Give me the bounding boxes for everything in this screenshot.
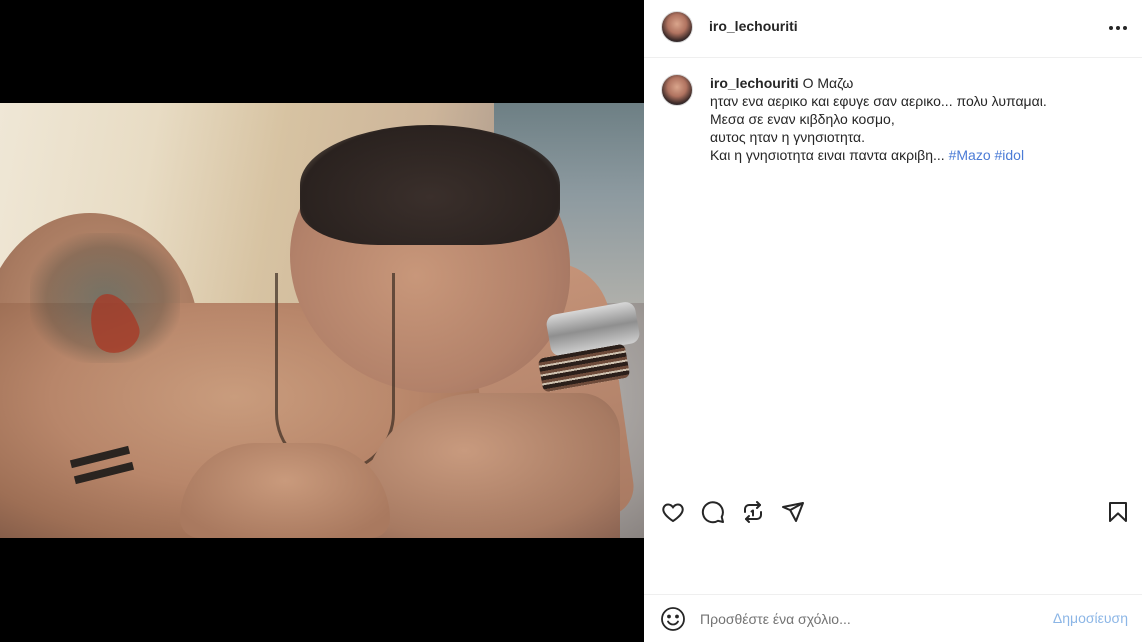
caption-line: Μεσα σε εναν κιβδηλο κοσμο, (710, 111, 895, 127)
repost-icon[interactable] (739, 498, 767, 526)
header-username[interactable]: iro_lechouriti (709, 18, 798, 34)
caption-line: ηταν ενα αερικο και εφυγε σαν αερικο... … (710, 93, 1047, 109)
more-horizontal-icon[interactable] (1104, 14, 1132, 42)
avatar[interactable] (661, 11, 693, 43)
photo-hair (300, 125, 560, 245)
bookmark-icon[interactable] (1104, 498, 1132, 526)
caption-text: iro_lechouriti Ο Μαζω ηταν ενα αερικο κα… (710, 74, 1130, 164)
hashtag-link[interactable]: #idol (995, 147, 1025, 163)
action-bar (644, 494, 1142, 530)
post-header: iro_lechouriti (644, 0, 1142, 58)
caption-line: αυτος ηταν η γνησιοτητα. (710, 129, 866, 145)
post-side-panel: iro_lechouriti iro_lechouriti Ο Μαζω ητα… (644, 0, 1142, 642)
heart-icon[interactable] (659, 498, 687, 526)
hashtag-link[interactable]: #Mazo (949, 147, 991, 163)
share-icon[interactable] (779, 498, 807, 526)
emoji-icon[interactable] (660, 606, 686, 632)
caption-username[interactable]: iro_lechouriti (710, 75, 799, 91)
post-comment-button[interactable]: Δημοσίευση (1053, 610, 1128, 626)
caption-line: Και η γνησιοτητα ειναι παντα ακριβη... (710, 147, 945, 163)
comment-icon[interactable] (699, 498, 727, 526)
photo-hand (180, 443, 390, 538)
avatar[interactable] (661, 74, 693, 106)
comment-input[interactable] (700, 607, 1030, 631)
comment-bar: Δημοσίευση (644, 594, 1142, 642)
caption-line: Ο Μαζω (802, 75, 854, 91)
post-photo[interactable] (0, 103, 644, 538)
media-pane (0, 0, 644, 642)
